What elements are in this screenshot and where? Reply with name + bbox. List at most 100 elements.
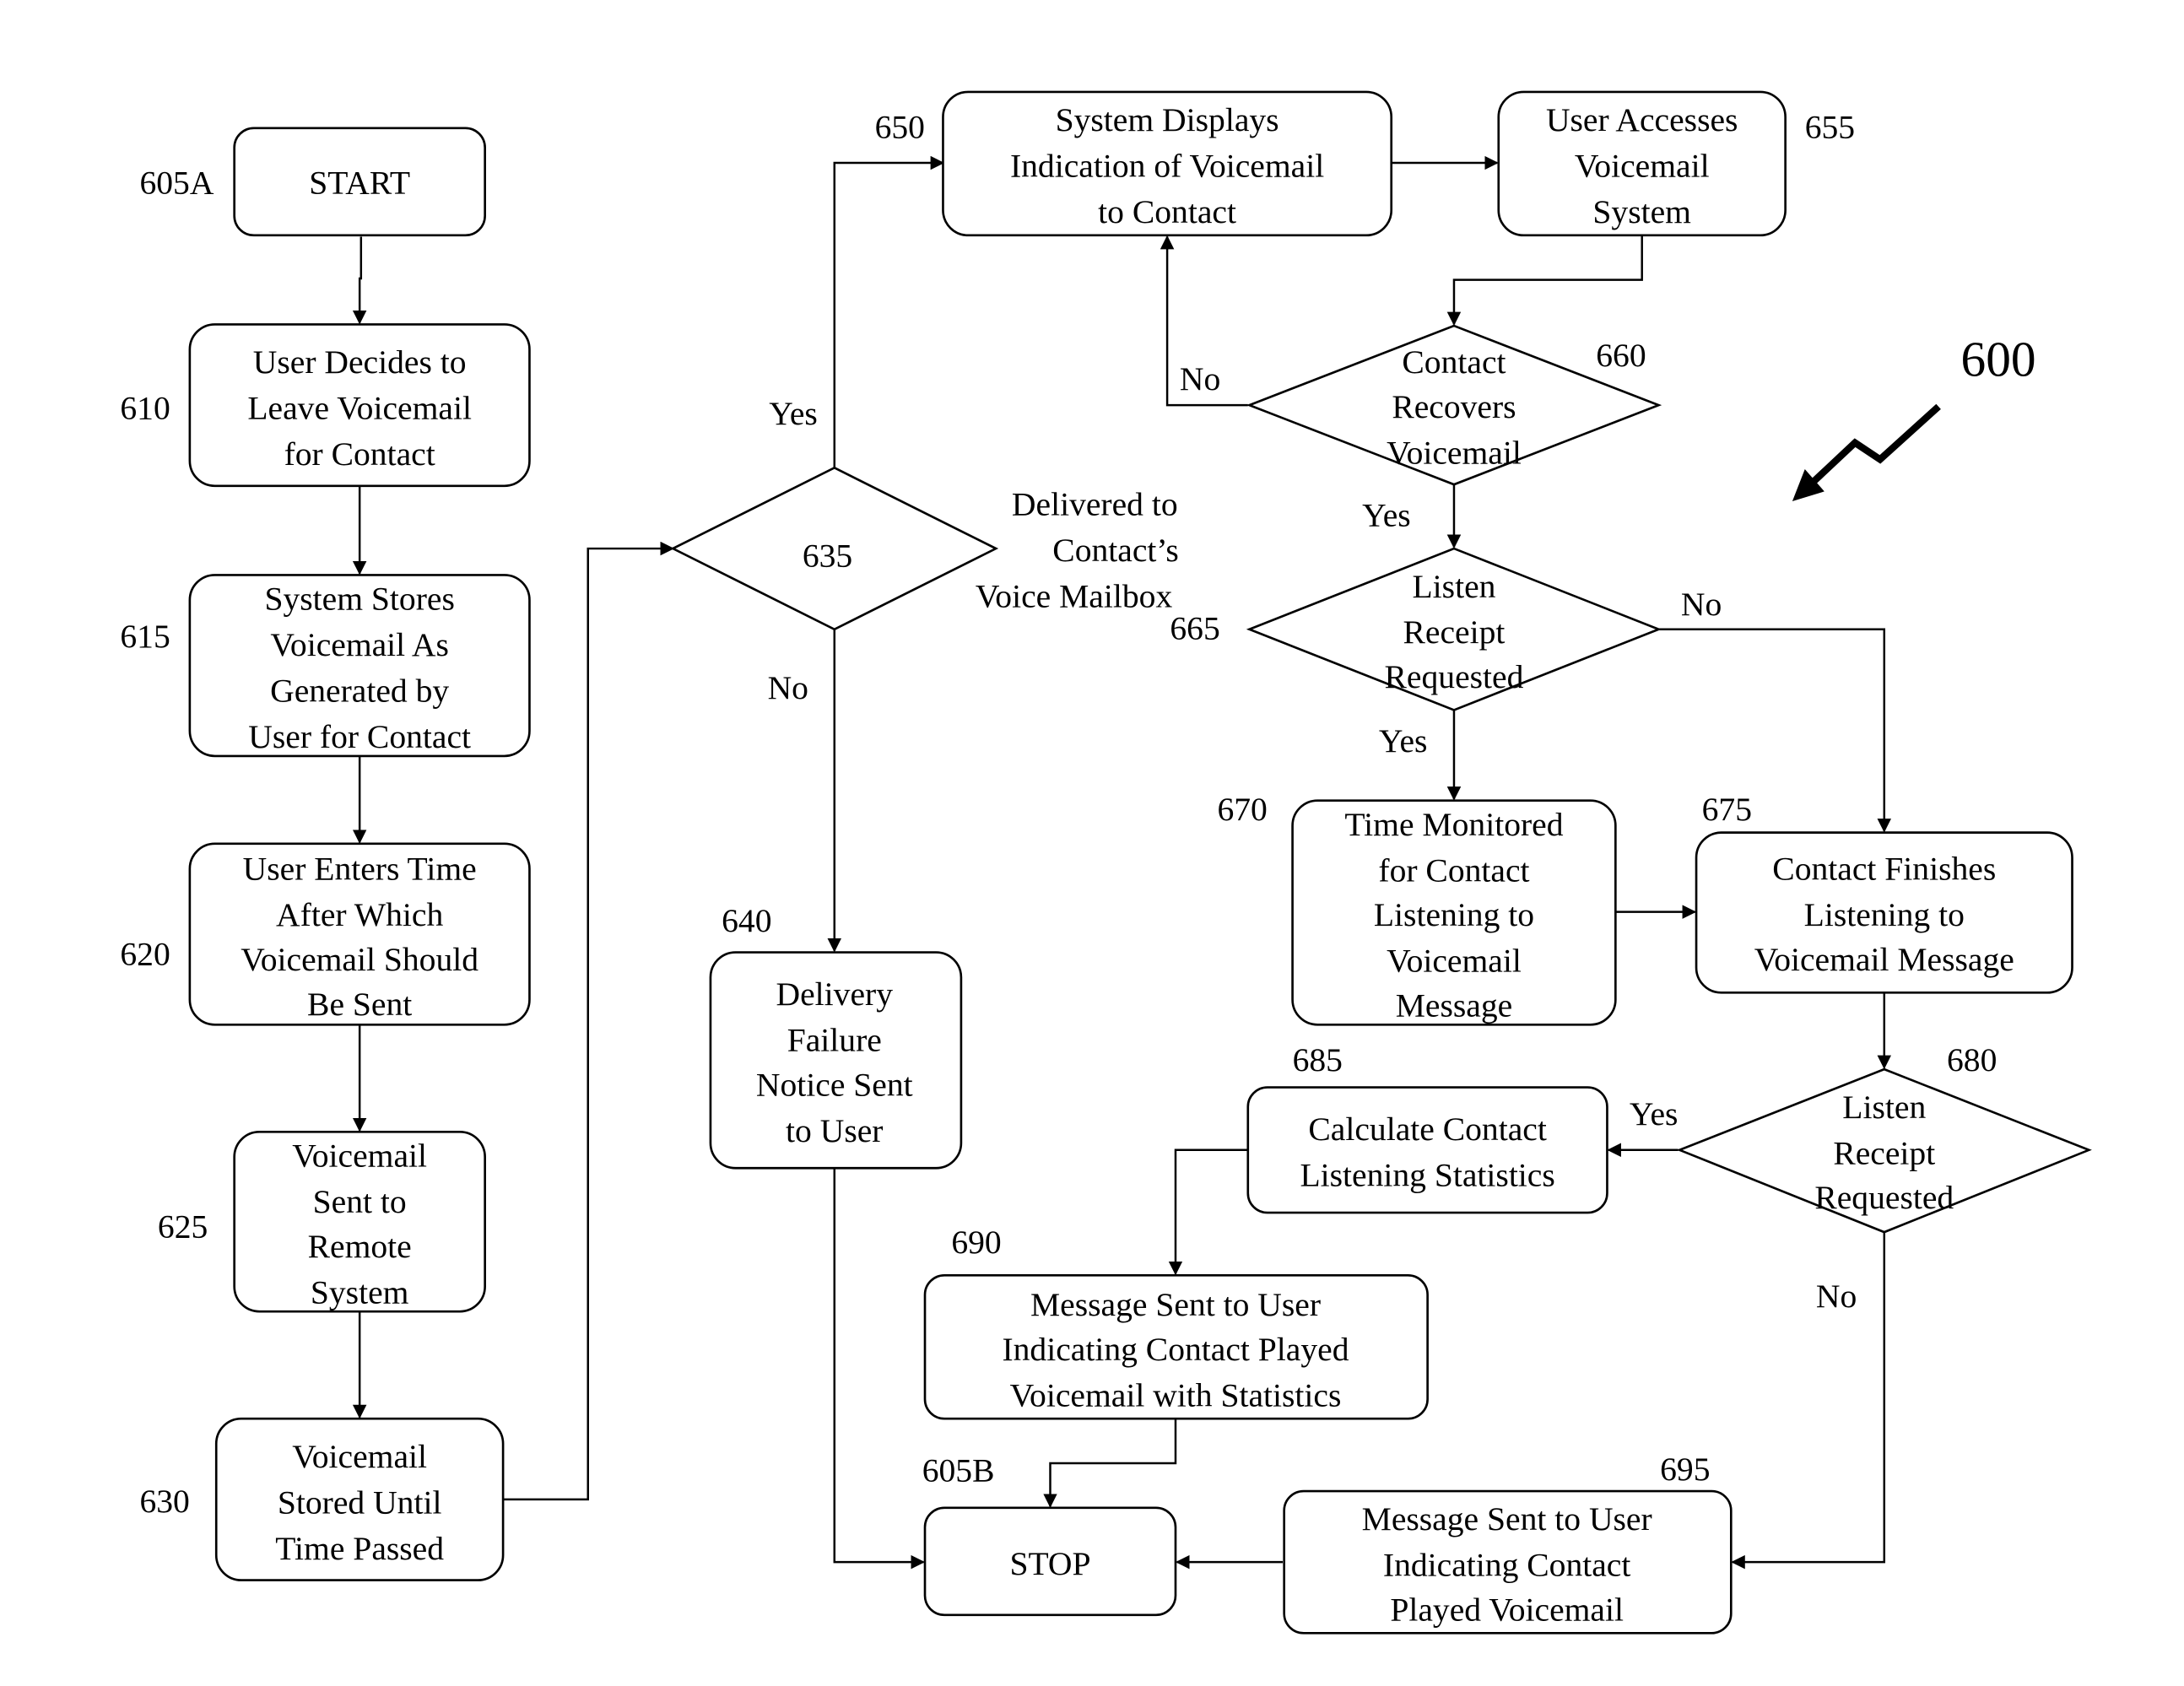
- figure-number: 600: [1961, 331, 2036, 386]
- node-640-ref: 640: [722, 902, 771, 939]
- node-695-ref: 695: [1660, 1451, 1710, 1488]
- node-685-line: Listening Statistics: [1300, 1157, 1554, 1194]
- edge-640-stop: [833, 1168, 926, 1570]
- node-695: 695 Message Sent to User Indicating Cont…: [1283, 1451, 1733, 1635]
- node-625-line: System: [311, 1273, 409, 1310]
- node-655-line: System: [1592, 193, 1691, 230]
- node-615-ref: 615: [120, 618, 170, 655]
- node-640: 640 Delivery Failure Notice Sent to User: [709, 902, 963, 1170]
- node-660-line: Recovers: [1392, 388, 1516, 425]
- node-680-ref: 680: [1947, 1041, 1997, 1078]
- node-640-line: Notice Sent: [756, 1066, 913, 1103]
- node-670-line: Time Monitored: [1344, 806, 1563, 843]
- node-675-ref: 675: [1702, 791, 1752, 828]
- node-625: 625 Voicemail Sent to Remote System: [158, 1131, 486, 1313]
- node-690-line: Message Sent to User: [1030, 1286, 1321, 1323]
- node-660-ref: 660: [1596, 337, 1646, 374]
- process-box: [1246, 1086, 1608, 1214]
- figure-reference: 600: [1792, 331, 2036, 501]
- edge-690-stop: [1043, 1419, 1177, 1508]
- edge-605a-610: [352, 236, 367, 325]
- node-620-line: Be Sent: [307, 986, 412, 1023]
- node-620-ref: 620: [120, 935, 170, 972]
- node-665: 665 Listen Receipt Requested No Yes: [1170, 547, 1722, 759]
- node-605a-line: START: [309, 164, 410, 201]
- flowchart: 605A START 610 User Decides to Leave Voi…: [120, 90, 2092, 1635]
- node-620-line: Voicemail Should: [241, 941, 478, 978]
- node-675-line: Listening to: [1804, 896, 1965, 933]
- node-615: 615 System Stores Voicemail As Generated…: [120, 574, 531, 758]
- node-690-line: Indicating Contact Played: [1002, 1331, 1349, 1368]
- node-610-line: for Contact: [284, 435, 435, 473]
- node-625-line: Sent to: [313, 1183, 407, 1220]
- node-655-line: Voicemail: [1575, 148, 1710, 185]
- node-625-line: Remote: [308, 1228, 412, 1265]
- node-635-question: Contact’s: [1052, 532, 1179, 569]
- node-660-line: Contact: [1402, 343, 1506, 381]
- node-670-line: Voicemail: [1387, 943, 1522, 980]
- node-630-line: Stored Until: [278, 1483, 442, 1521]
- edge-label-yes: Yes: [1630, 1095, 1679, 1132]
- node-630-line: Time Passed: [275, 1530, 444, 1567]
- node-685: 685 Calculate Contact Listening Statisti…: [1246, 1041, 1608, 1214]
- edge-label-no: No: [1681, 586, 1722, 623]
- node-675-line: Contact Finishes: [1772, 851, 1996, 888]
- node-675-line: Voicemail Message: [1754, 941, 2014, 978]
- node-680-line: Requested: [1814, 1179, 1954, 1216]
- node-655-ref: 655: [1805, 108, 1855, 145]
- edge-label-no: No: [1180, 360, 1220, 397]
- node-670-line: for Contact: [1378, 851, 1529, 889]
- node-635-ref: 635: [803, 537, 852, 574]
- node-650-ref: 650: [875, 108, 925, 145]
- node-665-line: Requested: [1385, 658, 1524, 695]
- edge-label-yes: Yes: [1379, 722, 1428, 759]
- node-615-line: Voicemail As: [270, 626, 448, 663]
- node-660-line: Voicemail: [1387, 434, 1522, 471]
- node-635-question: Voice Mailbox: [976, 577, 1173, 614]
- edge-label-no: No: [1816, 1278, 1857, 1315]
- node-690-line: Voicemail with Statistics: [1010, 1376, 1342, 1413]
- node-670-line: Message: [1396, 986, 1513, 1024]
- node-665-ref: 665: [1170, 609, 1219, 646]
- node-630-line: Voicemail: [292, 1438, 427, 1475]
- node-685-ref: 685: [1293, 1041, 1343, 1078]
- lightning-arrow-icon: [1808, 403, 1941, 488]
- node-655: 655 User Accesses Voicemail System: [1497, 90, 1855, 237]
- node-610-ref: 610: [120, 390, 170, 427]
- node-605b: 605B STOP: [922, 1451, 1177, 1617]
- node-615-line: System Stores: [264, 581, 454, 618]
- node-680-line: Listen: [1842, 1089, 1926, 1126]
- node-665-line: Receipt: [1403, 613, 1506, 651]
- node-610-line: Leave Voicemail: [247, 390, 472, 427]
- node-615-line: Generated by: [270, 673, 449, 710]
- node-610-line: User Decides to: [253, 343, 467, 381]
- edge-label-yes: Yes: [1362, 497, 1411, 534]
- node-655-line: User Accesses: [1546, 101, 1738, 138]
- edge-665-675-no: [1658, 628, 1892, 833]
- edge-680-695-no: [1731, 1232, 1886, 1570]
- node-605a-ref: 605A: [139, 164, 214, 201]
- edge-label-yes: Yes: [769, 395, 818, 432]
- node-640-line: Failure: [787, 1022, 882, 1059]
- node-685-line: Calculate Contact: [1308, 1110, 1546, 1148]
- node-635: 635 Delivered to Contact’s Voice Mailbox…: [670, 395, 1179, 706]
- node-605b-line: STOP: [1009, 1545, 1090, 1582]
- node-615-line: User for Contact: [248, 718, 471, 755]
- node-695-line: Played Voicemail: [1390, 1591, 1624, 1628]
- node-660: 660 Contact Recovers Voicemail No Yes: [1180, 324, 1662, 534]
- node-640-line: to User: [786, 1112, 883, 1149]
- node-610: 610 User Decides to Leave Voicemail for …: [120, 323, 531, 488]
- node-680-line: Receipt: [1833, 1134, 1935, 1171]
- node-650: 650 System Displays Indication of Voicem…: [875, 90, 1393, 237]
- node-650-line: System Displays: [1056, 101, 1279, 138]
- node-640-line: Delivery: [776, 975, 894, 1013]
- node-625-ref: 625: [158, 1208, 208, 1246]
- node-605a: 605A START: [139, 127, 486, 237]
- node-670: 670 Time Monitored for Contact Listening…: [1217, 791, 1617, 1026]
- node-670-ref: 670: [1217, 791, 1267, 828]
- node-635-question: Delivered to: [1012, 485, 1178, 522]
- node-680: 680 Listen Receipt Requested Yes No: [1630, 1041, 2092, 1315]
- edge-635-650-yes: [833, 155, 945, 468]
- node-620-line: User Enters Time: [243, 851, 477, 888]
- node-695-line: Indicating Contact: [1383, 1547, 1630, 1584]
